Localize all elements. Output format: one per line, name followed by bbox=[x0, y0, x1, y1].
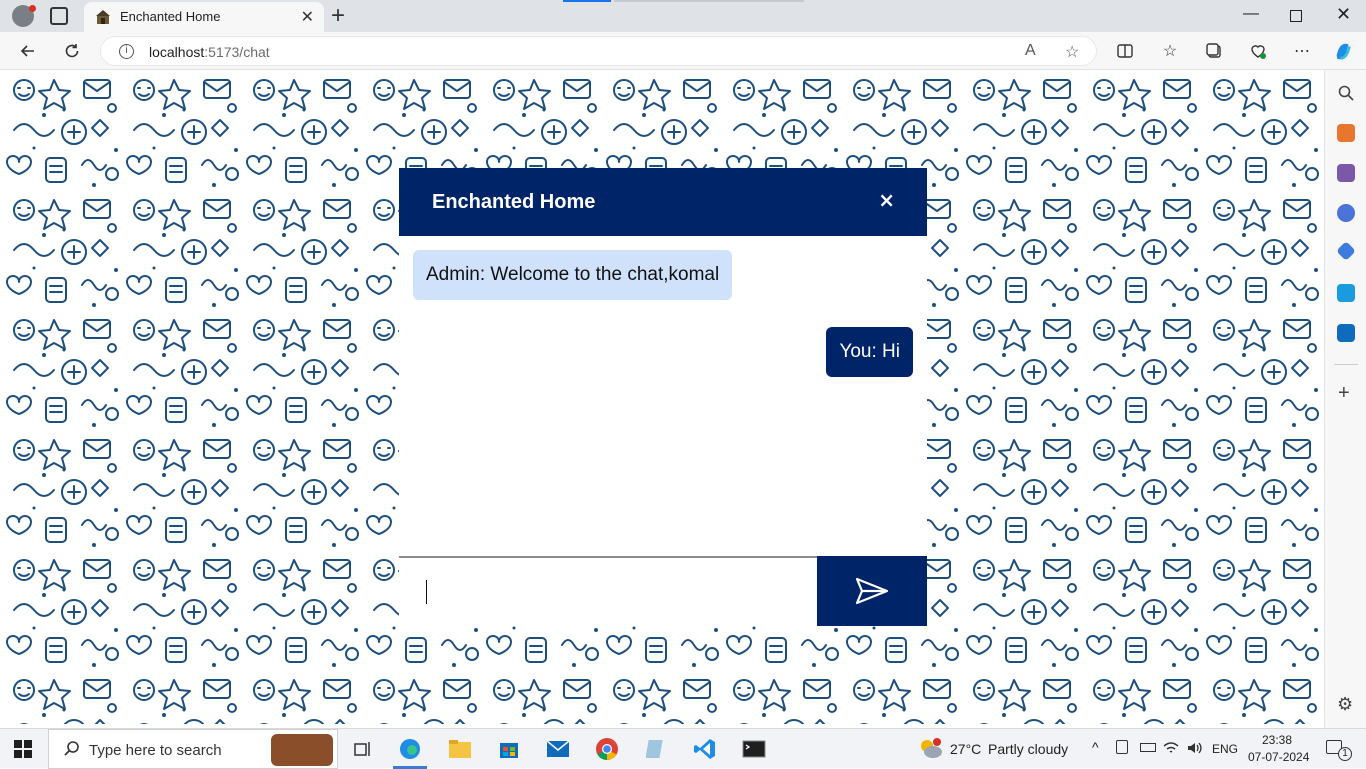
weather-condition: Partly cloudy bbox=[988, 741, 1069, 757]
file-explorer-icon[interactable] bbox=[446, 735, 474, 763]
task-view-icon[interactable] bbox=[348, 735, 376, 763]
back-icon[interactable] bbox=[16, 39, 40, 63]
browser-tab-bar: Enchanted Home ✕ + — ✕ bbox=[0, 0, 1366, 32]
message-composer bbox=[399, 556, 927, 626]
admin-message-bubble: Admin: Welcome to the chat,komal bbox=[413, 250, 733, 300]
vscode-icon[interactable] bbox=[691, 735, 719, 763]
tab-favicon-icon bbox=[96, 10, 110, 24]
chat-close-icon[interactable]: × bbox=[878, 188, 895, 212]
browser-tab[interactable]: Enchanted Home ✕ bbox=[84, 2, 324, 32]
tray-device-icon[interactable] bbox=[1116, 740, 1128, 754]
weather-icon bbox=[921, 738, 942, 758]
taskbar-search-box[interactable]: Type here to search bbox=[48, 729, 338, 769]
more-icon[interactable]: ⋯ bbox=[1292, 41, 1312, 61]
text-caret bbox=[426, 580, 427, 604]
mail-icon[interactable] bbox=[544, 735, 572, 763]
user-message-bubble: You: Hi bbox=[826, 327, 913, 377]
read-aloud-icon[interactable]: A bbox=[1025, 42, 1036, 60]
terminal-icon[interactable] bbox=[740, 735, 768, 763]
tab-close-icon[interactable]: ✕ bbox=[301, 7, 314, 27]
tray-chevron-icon[interactable]: ^ bbox=[1092, 739, 1099, 755]
message-input[interactable] bbox=[419, 566, 809, 616]
url-field[interactable]: i localhost:5173/chat A ☆ bbox=[100, 36, 1097, 66]
tab-title: Enchanted Home bbox=[120, 9, 221, 24]
sidebar-outlook-icon[interactable] bbox=[1337, 324, 1355, 342]
refresh-icon[interactable] bbox=[60, 39, 84, 63]
chat-header: Enchanted Home × bbox=[399, 168, 927, 236]
notepad-icon[interactable] bbox=[642, 735, 670, 763]
copilot-icon[interactable] bbox=[1333, 41, 1353, 61]
split-screen-icon[interactable] bbox=[1115, 41, 1135, 61]
weather-temp: 27°C bbox=[950, 741, 982, 757]
tab-actions-icon[interactable] bbox=[50, 7, 68, 25]
sidebar-send-icon[interactable] bbox=[1337, 284, 1355, 302]
search-highlight-image bbox=[271, 734, 333, 766]
tab-strip-accent bbox=[563, 0, 611, 2]
browser-essentials-icon[interactable] bbox=[1248, 41, 1268, 61]
store-icon[interactable] bbox=[495, 735, 523, 763]
tab-strip-accent-2 bbox=[614, 0, 804, 2]
favorites-icon[interactable]: ☆ bbox=[1160, 41, 1180, 61]
info-icon[interactable]: i bbox=[119, 44, 134, 59]
search-icon bbox=[64, 741, 79, 756]
sidebar-tools-icon[interactable] bbox=[1336, 241, 1356, 261]
send-button[interactable] bbox=[817, 556, 927, 626]
close-window-button[interactable]: ✕ bbox=[1336, 4, 1351, 25]
notification-count: 1 bbox=[1338, 747, 1352, 761]
language-indicator[interactable]: ENG bbox=[1212, 742, 1238, 756]
chat-title: Enchanted Home bbox=[432, 191, 596, 213]
collections-icon[interactable] bbox=[1204, 41, 1224, 61]
sidebar-shopping-icon[interactable] bbox=[1337, 124, 1355, 142]
clock-date[interactable]: 07-07-2024 bbox=[1248, 750, 1309, 764]
minimize-button[interactable]: — bbox=[1243, 5, 1259, 23]
chat-window: Enchanted Home × Admin: Welcome to the c… bbox=[399, 168, 927, 626]
edge-taskbar-icon[interactable] bbox=[396, 735, 424, 763]
sidebar-games-icon[interactable] bbox=[1337, 164, 1355, 182]
new-tab-button[interactable]: + bbox=[331, 2, 345, 30]
search-placeholder: Type here to search bbox=[89, 742, 222, 759]
sidebar-copilot-icon[interactable] bbox=[1337, 204, 1355, 222]
url-text: localhost:5173/chat bbox=[149, 44, 270, 60]
sidebar-divider bbox=[1334, 364, 1358, 365]
profile-notification-dot bbox=[29, 5, 36, 12]
sidebar-search-icon[interactable] bbox=[1337, 84, 1355, 102]
sidebar-add-icon[interactable]: + bbox=[1338, 382, 1350, 405]
address-bar-row: i localhost:5173/chat A ☆ ☆ ⋯ bbox=[0, 32, 1366, 70]
edge-sidebar: + ⚙ bbox=[1324, 70, 1366, 728]
page-viewport: Enchanted Home × Admin: Welcome to the c… bbox=[4, 70, 1322, 724]
weather-widget[interactable]: 27°C Partly cloudy bbox=[916, 735, 1076, 763]
windows-taskbar: Type here to search 27°C Partly cloudy ^ bbox=[0, 728, 1366, 769]
wifi-icon[interactable] bbox=[1163, 741, 1179, 755]
clock-time[interactable]: 23:38 bbox=[1262, 733, 1292, 747]
restore-button[interactable] bbox=[1290, 10, 1302, 22]
message-list: Admin: Welcome to the chat,komal You: Hi bbox=[399, 236, 927, 556]
volume-icon[interactable] bbox=[1186, 740, 1204, 756]
chrome-icon[interactable] bbox=[593, 735, 621, 763]
favorite-star-icon[interactable]: ☆ bbox=[1065, 42, 1079, 62]
sidebar-settings-icon[interactable]: ⚙ bbox=[1337, 694, 1353, 715]
battery-icon[interactable] bbox=[1140, 743, 1156, 752]
send-icon bbox=[855, 577, 889, 605]
windows-start-icon[interactable] bbox=[14, 740, 32, 758]
